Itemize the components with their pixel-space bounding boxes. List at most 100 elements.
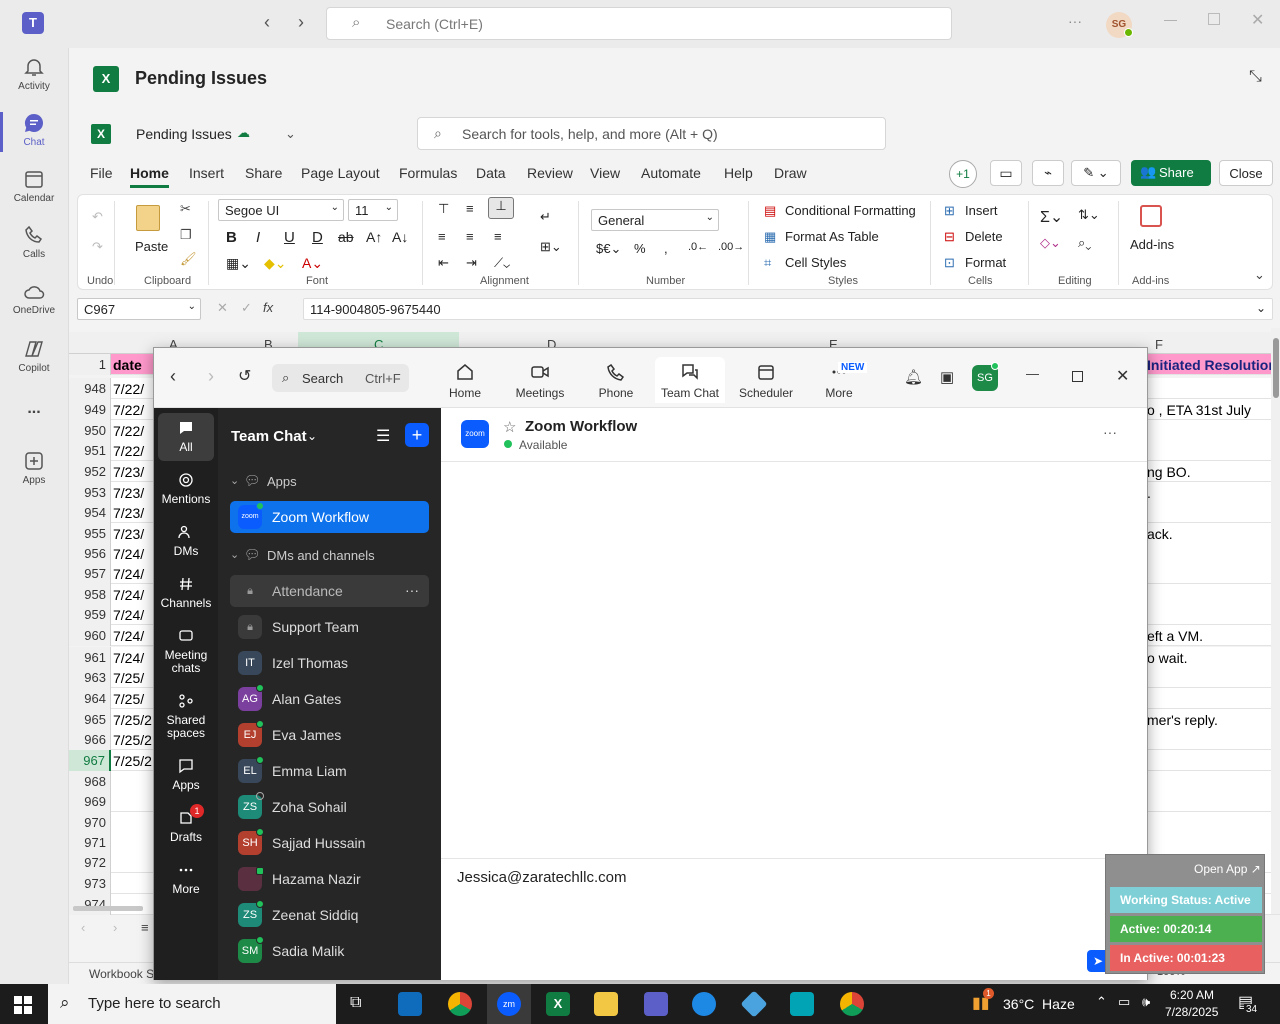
rail-activity[interactable]: Activity [0,56,68,92]
ribbon-expand-icon[interactable]: ⌄ [1254,267,1265,283]
workbook-statistics[interactable]: Workbook S [89,967,154,981]
task-view-icon[interactable]: ⧉ [350,994,361,1012]
catchup-icon[interactable]: ⌁ [1032,160,1064,186]
align-right-icon[interactable]: ≡ [494,229,502,244]
weather-text[interactable]: 36°C Haze [1003,996,1075,1012]
maximize-icon[interactable] [1072,371,1083,382]
horizontal-scrollbar-thumb[interactable] [73,906,143,911]
rail-onedrive[interactable]: OneDrive [0,282,68,316]
strikethrough-icon[interactable]: ab [338,229,354,245]
list-item[interactable]: 🔒︎ Attendance ··· [230,575,429,607]
close-icon[interactable]: ✕ [1251,10,1264,30]
list-item[interactable]: 🔒︎ Support Team [230,611,429,643]
teams-search-input[interactable]: ⌕ Search (Ctrl+E) [326,7,952,40]
paste-label[interactable]: Paste [135,239,168,254]
redo-icon[interactable]: ↷ [92,239,103,255]
zoom-nav-meetings[interactable]: Meetings [505,362,575,400]
history-icon[interactable]: ↺ [238,366,251,386]
share-button[interactable]: 👥 Share [1131,160,1211,186]
apps-section-label[interactable]: Apps [267,474,297,489]
list-item[interactable]: EJ Eva James [230,719,429,751]
rail-copilot[interactable]: Copilot [0,338,68,374]
side-dms[interactable]: DMs [154,524,218,558]
increase-indent-icon[interactable]: ⇥ [466,255,477,271]
taskbar-search-input[interactable]: ⌕ Type here to search [48,984,336,1024]
decrease-indent-icon[interactable]: ⇤ [438,255,449,271]
maximize-icon[interactable] [1208,13,1220,25]
file-explorer-icon[interactable] [594,992,618,1016]
comments-icon[interactable]: ▭ [990,160,1022,186]
list-item[interactable]: SM Sadia Malik [230,935,429,967]
open-app-link[interactable]: Open App ↗ [1194,862,1261,876]
format-painter-icon[interactable]: 🖌 [180,251,197,267]
insert-cells-button[interactable]: Insert [965,203,998,218]
tab-automate[interactable]: Automate [641,165,701,181]
double-underline-icon[interactable]: D [312,229,323,246]
zoom-nav-home[interactable]: Home [430,362,500,400]
notifications-bell-icon[interactable]: 🔔︎ [904,368,923,386]
rail-chat[interactable]: Chat [0,112,68,148]
list-item[interactable]: ZS Zoha Sohail [230,791,429,823]
rail-calls[interactable]: Calls [0,224,68,260]
panel-title[interactable]: Team Chat [231,428,307,445]
close-icon[interactable]: ✕ [1116,366,1129,386]
whiteboard-icon[interactable]: ▣ [940,368,954,386]
next-sheet-icon[interactable]: › [113,920,117,935]
chat-title[interactable]: Zoom Workflow [525,418,637,435]
cut-icon[interactable]: ✂ [180,201,191,217]
rail-calendar[interactable]: Calendar [0,168,68,204]
align-top-icon[interactable]: ⊤ [438,201,449,217]
excel-search-input[interactable]: ⌕ Search for tools, help, and more (Alt … [417,117,886,150]
currency-icon[interactable]: $€⌄ [596,241,621,257]
prev-sheet-icon[interactable]: ‹ [81,920,85,935]
fx-icon[interactable]: fx [263,300,273,315]
copy-icon[interactable]: ❐ [180,227,192,243]
clear-icon[interactable]: ◇⌄ [1040,235,1061,251]
confirm-edit-icon[interactable]: ✓ [241,300,252,316]
list-item[interactable]: SH Sajjad Hussain [230,827,429,859]
zoom-search-input[interactable]: ⌕ Search Ctrl+F [272,364,409,392]
increase-decimal-icon[interactable]: .0← [688,241,708,253]
align-bottom-icon[interactable]: ⊥ [488,197,514,219]
list-item[interactable]: ZS Zeenat Siddiq [230,899,429,931]
windows-start-icon[interactable] [14,996,32,1014]
name-box[interactable]: C967 ⌄ [77,298,201,320]
format-as-table-button[interactable]: Format As Table [785,229,879,244]
list-item[interactable]: EL Emma Liam [230,755,429,787]
chevron-down-icon[interactable]: ⌄ [230,474,239,487]
italic-icon[interactable]: I [256,229,260,246]
coauthor-count[interactable]: +1 [949,160,977,188]
tab-share[interactable]: Share [245,165,282,181]
font-color-icon[interactable]: A⌄ [302,255,323,272]
zoom-nav-team-chat[interactable]: Team Chat [655,357,725,403]
tray-chevron-icon[interactable]: ⌃ [1096,994,1107,1010]
tab-view[interactable]: View [590,165,620,181]
chrome-profile-icon[interactable] [840,992,864,1016]
side-drafts[interactable]: Drafts [154,810,218,844]
back-arrow-icon[interactable]: ‹ [264,12,270,33]
list-item[interactable]: AG Alan Gates [230,683,429,715]
network-icon[interactable]: ▭ [1118,994,1130,1010]
chrome-icon[interactable] [448,992,472,1016]
superscript-icon[interactable]: A↑ [366,229,382,245]
font-name-select[interactable]: Segoe UI ⌄ [218,199,344,221]
tab-formulas[interactable]: Formulas [399,165,457,181]
list-item[interactable]: Hazama Nazir [230,863,429,895]
volume-icon[interactable]: 🕪︎ [1142,994,1150,1010]
all-sheets-icon[interactable]: ≡ [141,920,149,935]
align-middle-icon[interactable]: ≡ [466,201,474,216]
app-s-icon[interactable] [790,992,814,1016]
delete-cells-button[interactable]: Delete [965,229,1003,244]
cell-styles-button[interactable]: Cell Styles [785,255,846,270]
zoom-taskbar-active[interactable]: zm [487,984,531,1024]
edge-icon[interactable] [692,992,716,1016]
side-shared-spaces[interactable]: Shared spaces [154,693,218,740]
tab-page-layout[interactable]: Page Layout [301,165,380,181]
bold-icon[interactable]: B [226,229,237,246]
scrollbar-thumb[interactable] [1273,338,1279,398]
more-options-icon[interactable]: ··· [1068,13,1082,29]
minimize-icon[interactable]: — [1026,366,1039,381]
tab-review[interactable]: Review [527,165,573,181]
item-more-icon[interactable]: ··· [405,582,419,598]
teams-icon[interactable] [644,992,668,1016]
